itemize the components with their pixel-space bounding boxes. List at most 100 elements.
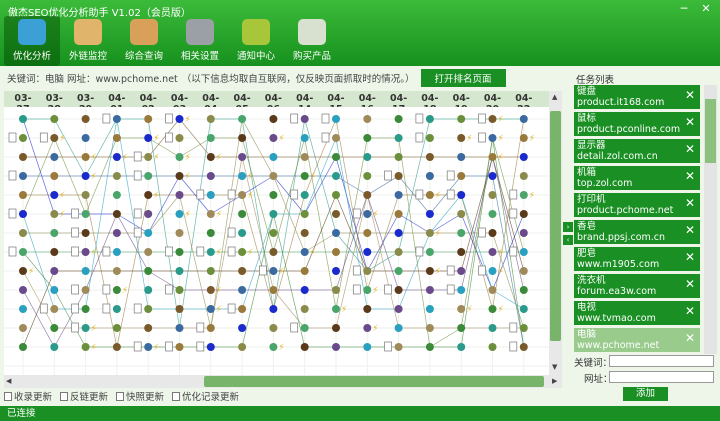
svg-text:⚡: ⚡: [435, 229, 441, 239]
title-bar: 傲杰SEO优化分析助手 V1.02（会员版） ─ ✕ 优化分析 外链监控 综合查询相…: [0, 0, 720, 66]
svg-text:⚡: ⚡: [310, 172, 316, 182]
expand-icon[interactable]: ›: [563, 222, 573, 232]
headset-user-icon: [74, 19, 102, 45]
svg-text:⚡: ⚡: [185, 115, 191, 125]
toolbar-button-label: 相关设置: [180, 51, 219, 62]
task-item[interactable]: 打印机 product.pchome.net ✕: [574, 193, 700, 217]
remove-task-icon[interactable]: ✕: [685, 251, 695, 263]
magnifier-icon: [18, 19, 46, 45]
add-task-button[interactable]: 添加: [623, 387, 668, 401]
svg-text:⚡: ⚡: [372, 210, 378, 220]
legend-item: 反链更新: [60, 389, 108, 403]
bar-chart-icon: [242, 19, 270, 45]
svg-text:⚡: ⚡: [498, 267, 504, 277]
remove-task-icon[interactable]: ✕: [685, 143, 695, 155]
svg-text:⚡: ⚡: [91, 324, 97, 334]
chart-vertical-scrollbar[interactable]: ▲ ▼: [549, 91, 562, 375]
svg-text:⚡: ⚡: [59, 210, 65, 220]
svg-text:⚡: ⚡: [278, 134, 284, 144]
task-keyword: 电脑: [577, 329, 597, 340]
svg-text:⚡: ⚡: [216, 286, 222, 296]
svg-text:⚡: ⚡: [372, 286, 378, 296]
svg-text:⚡: ⚡: [466, 305, 472, 315]
svg-text:⚡: ⚡: [59, 191, 65, 201]
minimize-button[interactable]: ─: [675, 2, 693, 16]
collapse-icon[interactable]: ‹: [563, 235, 573, 245]
scroll-up-icon[interactable]: ▲: [552, 93, 557, 101]
remove-task-icon[interactable]: ✕: [685, 170, 695, 182]
svg-text:⚡: ⚡: [372, 324, 378, 334]
task-item[interactable]: 机箱 top.zol.com ✕: [574, 166, 700, 190]
task-keyword: 键盘: [577, 86, 597, 97]
svg-text:⚡: ⚡: [91, 343, 97, 353]
svg-text:⚡: ⚡: [278, 267, 284, 277]
task-item[interactable]: 洗衣机 forum.ea3w.com ✕: [574, 274, 700, 298]
svg-text:⚡: ⚡: [185, 172, 191, 182]
main-toolbar: 优化分析 外链监控 综合查询 相关设置 通知中心 购买产品: [4, 16, 340, 66]
toolbar-button[interactable]: 购买产品: [284, 16, 340, 66]
remove-task-icon[interactable]: ✕: [685, 116, 695, 128]
svg-text:⚡: ⚡: [216, 210, 222, 220]
svg-text:⚡: ⚡: [216, 248, 222, 258]
remove-task-icon[interactable]: ✕: [685, 224, 695, 236]
legend-label: 反链更新: [70, 392, 109, 403]
toolbar-button[interactable]: 外链监控: [60, 16, 116, 66]
task-url: forum.ea3w.com: [577, 286, 657, 297]
toolbar-button[interactable]: 综合查询: [116, 16, 172, 66]
task-item[interactable]: 鼠标 product.pconline.com ✕: [574, 112, 700, 136]
remove-task-icon[interactable]: ✕: [685, 332, 695, 344]
toolbar-button[interactable]: 优化分析: [4, 16, 60, 66]
task-url: top.zol.com: [577, 178, 633, 189]
remove-task-icon[interactable]: ✕: [685, 89, 695, 101]
svg-text:⚡: ⚡: [91, 248, 97, 258]
svg-text:⚡: ⚡: [247, 191, 253, 201]
url-input[interactable]: [609, 371, 714, 383]
scroll-thumb[interactable]: [705, 99, 716, 163]
status-bar: 已连接: [0, 406, 720, 421]
svg-text:⚡: ⚡: [278, 343, 284, 353]
keyword-field-label: 关键词：: [574, 358, 613, 369]
svg-text:⚡: ⚡: [185, 210, 191, 220]
close-button[interactable]: ✕: [697, 2, 715, 16]
ranking-chart-svg: ⚡ ⚡ ⚡ ⚡ ⚡ ⚡ ⚡ ⚡ ⚡ ⚡ ⚡ ⚡ ⚡ ⚡ ⚡ ⚡ ⚡ ⚡ ⚡ ⚡ ⚡ ⚡ ⚡ ⚡ ⚡ ⚡ ⚡ ⚡ ⚡ ⚡ ⚡ ⚡ ⚡ ⚡ ⚡ ⚡ ⚡ ⚡ ⚡ ⚡…: [4, 107, 549, 375]
task-item[interactable]: 香皂 brand.ppsj.com.cn ✕: [574, 220, 700, 244]
task-keyword: 香皂: [577, 221, 597, 232]
toolbar-button-label: 购买产品: [292, 51, 331, 62]
legend-label: 收录更新: [14, 392, 53, 403]
svg-text:⚡: ⚡: [91, 153, 97, 163]
legend-label: 优化记录更新: [182, 392, 240, 403]
remove-task-icon[interactable]: ✕: [685, 278, 695, 290]
toolbar-button-label: 通知中心: [236, 51, 275, 62]
task-keyword: 鼠标: [577, 113, 597, 124]
svg-text:⚡: ⚡: [153, 153, 159, 163]
toolbar-button-label: 优化分析: [12, 51, 51, 62]
task-list: 键盘 product.it168.com ✕ 鼠标 product.pconline.c…: [574, 85, 702, 365]
svg-text:⚡: ⚡: [216, 153, 222, 163]
scroll-left-icon[interactable]: ◀: [6, 377, 11, 385]
svg-text:⚡: ⚡: [466, 134, 472, 144]
task-item[interactable]: 电视 www.tvmao.com ✕: [574, 301, 700, 325]
keyword-url-label: 关键词：电脑 网址：www.pchome.net: [7, 74, 178, 85]
task-list-scrollbar[interactable]: [704, 85, 717, 354]
task-item[interactable]: 电脑 www.pchome.net ✕: [574, 328, 700, 352]
toolbar-button[interactable]: 通知中心: [228, 16, 284, 66]
task-keyword: 肥皂: [577, 248, 597, 259]
scroll-down-icon[interactable]: ▼: [552, 363, 557, 371]
scroll-thumb[interactable]: [550, 111, 561, 341]
scroll-thumb[interactable]: [204, 376, 544, 387]
remove-task-icon[interactable]: ✕: [685, 197, 695, 209]
toolbar-button[interactable]: 相关设置: [172, 16, 228, 66]
keyword-input[interactable]: [609, 355, 714, 367]
remove-task-icon[interactable]: ✕: [685, 305, 695, 317]
task-item[interactable]: 肥皂 www.m1905.com ✕: [574, 247, 700, 271]
svg-text:⚡: ⚡: [59, 134, 65, 144]
task-item[interactable]: 键盘 product.it168.com ✕: [574, 85, 700, 109]
svg-text:⚡: ⚡: [153, 343, 159, 353]
task-item[interactable]: 显示器 detail.zol.com.cn ✕: [574, 139, 700, 163]
keyword-info-bar: 关键词：电脑 网址：www.pchome.net （以下信息均取自互联网，仅反映…: [0, 66, 566, 90]
chart-horizontal-scrollbar[interactable]: ◀ ▶: [4, 375, 562, 388]
open-ranking-page-button[interactable]: 打开排名页面: [420, 69, 506, 87]
scroll-right-icon[interactable]: ▶: [552, 377, 557, 385]
date-header: 03-2703-2803-2904-0104-0204-0304-0404-05…: [4, 91, 549, 115]
toolbar-button-label: 综合查询: [124, 51, 163, 62]
